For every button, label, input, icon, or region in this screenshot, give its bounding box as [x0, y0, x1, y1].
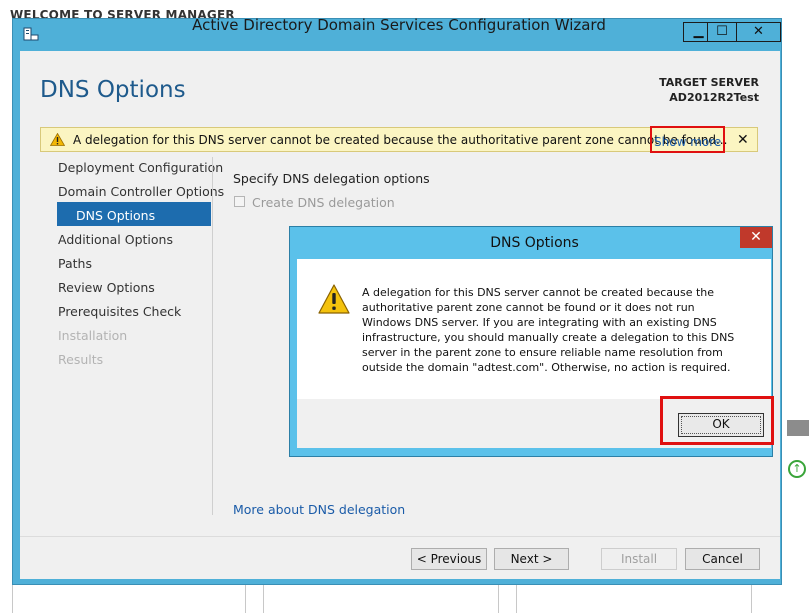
button-separator	[20, 536, 780, 537]
tile-divider	[12, 585, 13, 613]
warning-icon	[50, 133, 65, 146]
ok-button-highlight	[660, 396, 774, 445]
more-about-dns-delegation-link[interactable]: More about DNS delegation	[233, 502, 405, 517]
tile-divider	[498, 585, 499, 613]
nav-item-results: Results	[58, 352, 104, 367]
target-server-label: TARGET SERVER	[659, 76, 759, 89]
dialog-close-button[interactable]: ✕	[740, 227, 772, 248]
nav-item-domain-controller-options[interactable]: Domain Controller Options	[58, 184, 224, 199]
server-manager-side-panel: ↑	[785, 325, 812, 525]
page-title: DNS Options	[40, 77, 186, 103]
warning-text: A delegation for this DNS server cannot …	[73, 133, 728, 147]
panel-icon	[787, 420, 809, 436]
create-delegation-label: Create DNS delegation	[252, 195, 395, 210]
nav-divider	[212, 157, 213, 515]
nav-item-prerequisites-check[interactable]: Prerequisites Check	[58, 304, 181, 319]
warning-close-icon[interactable]: ✕	[737, 132, 749, 148]
tile-divider	[751, 585, 752, 613]
cancel-button[interactable]: Cancel	[685, 548, 760, 570]
warning-icon	[318, 284, 350, 314]
nav-item-additional-options[interactable]: Additional Options	[58, 232, 173, 247]
create-delegation-checkbox[interactable]	[234, 196, 245, 207]
up-arrow-icon: ↑	[788, 460, 806, 478]
dialog-message: A delegation for this DNS server cannot …	[362, 286, 735, 374]
show-more-highlight	[650, 126, 725, 153]
tile-divider	[263, 585, 264, 613]
nav-item-installation: Installation	[58, 328, 128, 343]
tile-divider	[245, 585, 246, 613]
dialog-title: DNS Options	[490, 235, 579, 251]
window-title: Active Directory Domain Services Configu…	[192, 16, 606, 34]
previous-button[interactable]: < Previous	[411, 548, 487, 570]
nav-item-review-options[interactable]: Review Options	[58, 280, 155, 295]
tile-divider	[516, 585, 517, 613]
install-button: Install	[601, 548, 677, 570]
nav-item-paths[interactable]: Paths	[58, 256, 92, 271]
nav-item-deployment-configuration[interactable]: Deployment Configuration	[58, 160, 223, 175]
target-server-name: AD2012R2Test	[669, 91, 759, 104]
target-server: TARGET SERVER AD2012R2Test	[560, 75, 759, 105]
next-button[interactable]: Next >	[494, 548, 569, 570]
nav-item-dns-options[interactable]: DNS Options	[76, 208, 155, 223]
section-label: Specify DNS delegation options	[233, 171, 430, 186]
